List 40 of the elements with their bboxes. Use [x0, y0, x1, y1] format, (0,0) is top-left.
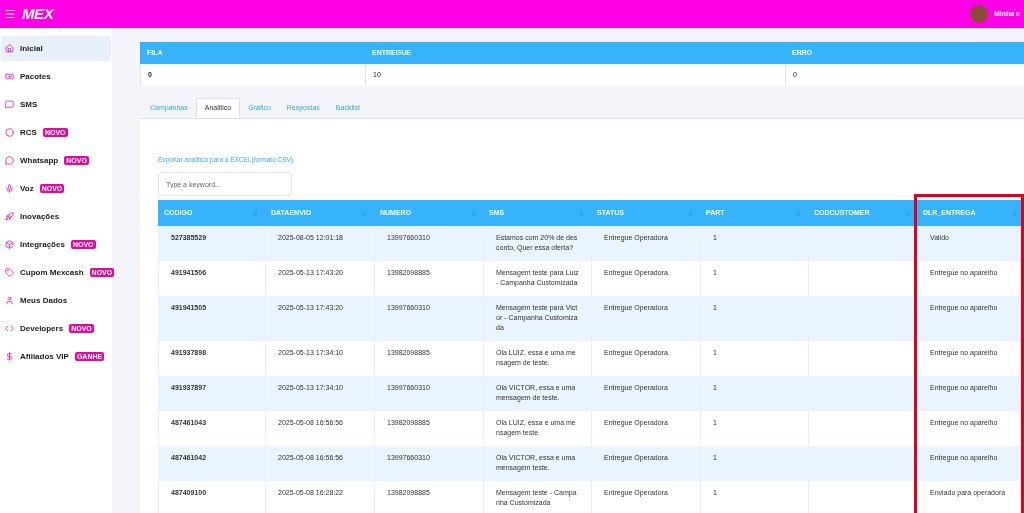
tag-icon — [5, 268, 14, 277]
sort-icon — [361, 209, 368, 217]
sidebar-item[interactable]: Pacotes — [1, 64, 111, 89]
sidebar-item[interactable]: Inicial — [1, 36, 111, 61]
chat-bubble-icon — [5, 156, 14, 165]
sidebar-label: Whatsapp — [20, 154, 59, 167]
sidebar-label: Voz — [20, 182, 34, 195]
dollar-icon — [5, 352, 14, 361]
sort-icon — [252, 209, 259, 217]
menu-icon[interactable] — [4, 8, 16, 20]
sidebar-label: Cupom Mexcash — [20, 266, 84, 279]
chat-icon — [5, 100, 14, 109]
logo: MEX — [22, 3, 54, 24]
sidebar-label: Inicial — [20, 42, 43, 55]
rocket-icon — [5, 212, 14, 221]
user-icon — [5, 296, 14, 305]
code-icon — [5, 324, 14, 333]
sidebar-label: Pacotes — [20, 70, 51, 83]
sort-icon — [904, 209, 911, 217]
microphone-icon — [5, 184, 14, 193]
box-icon — [5, 240, 14, 249]
sort-icon — [578, 209, 585, 217]
sidebar-item[interactable]: Inovações — [1, 204, 111, 229]
sort-icon — [687, 209, 694, 217]
sidebar-label: Integrações — [20, 238, 65, 251]
home-icon — [5, 44, 14, 53]
sidebar-item[interactable]: SMS — [1, 92, 111, 117]
sidebar-label: SMS — [20, 98, 38, 111]
circle-icon — [5, 128, 14, 137]
sidebar-label: Inovações — [20, 210, 60, 223]
sort-icon — [470, 209, 477, 217]
sort-icon — [1012, 209, 1019, 217]
sidebar-item[interactable]: Meus Dados — [1, 288, 111, 313]
banknote-icon — [5, 72, 14, 81]
sidebar-label: RCS — [20, 126, 37, 139]
sort-icon — [795, 209, 802, 217]
sidebar-label: Afiliados VIP — [20, 350, 69, 363]
sidebar-label: Developers — [20, 322, 64, 335]
avatar[interactable] — [969, 5, 988, 23]
sidebar-label: Meus Dados — [20, 294, 68, 307]
